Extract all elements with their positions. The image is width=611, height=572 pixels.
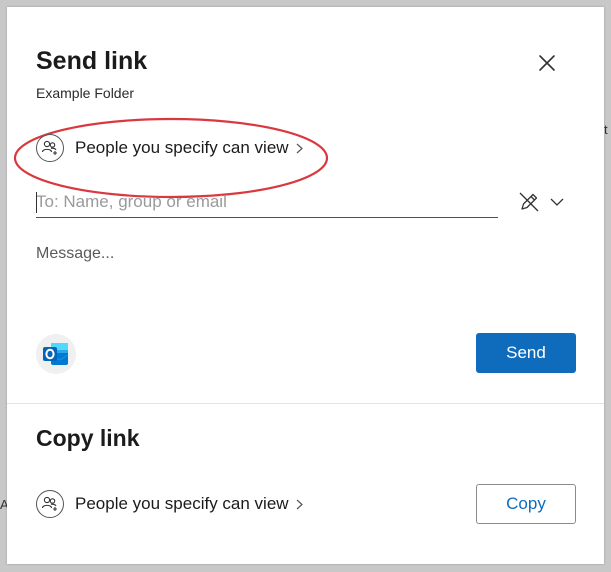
send-permission-label: People you specify can view (75, 138, 289, 157)
background-edge-text-right: t (604, 122, 608, 137)
close-button[interactable] (533, 49, 561, 77)
chevron-right-icon (296, 499, 303, 510)
folder-name: Example Folder (36, 85, 135, 101)
chevron-down-icon (550, 198, 564, 206)
text-caret (36, 192, 37, 213)
outlook-icon (43, 343, 69, 365)
copy-permission-label: People you specify can view (75, 494, 289, 513)
edit-permission-dropdown[interactable] (517, 189, 573, 215)
dialog-title: Send link (36, 47, 148, 75)
copy-button[interactable]: Copy (476, 484, 576, 524)
copy-permission-row[interactable]: People you specify can view (36, 490, 303, 518)
share-dialog: Send link Example Folder People you spec… (7, 7, 604, 564)
send-permission-row[interactable]: People you specify can view (36, 134, 303, 162)
outlook-button[interactable] (36, 334, 76, 374)
people-add-icon (36, 490, 64, 518)
section-divider (7, 403, 604, 404)
copy-link-title: Copy link (36, 425, 140, 451)
pen-off-icon (519, 192, 539, 212)
send-button[interactable]: Send (476, 333, 576, 373)
close-icon (539, 55, 555, 71)
recipients-input[interactable] (36, 187, 498, 218)
chevron-right-icon (296, 143, 303, 154)
message-input[interactable] (36, 245, 576, 305)
people-add-icon (36, 134, 64, 162)
